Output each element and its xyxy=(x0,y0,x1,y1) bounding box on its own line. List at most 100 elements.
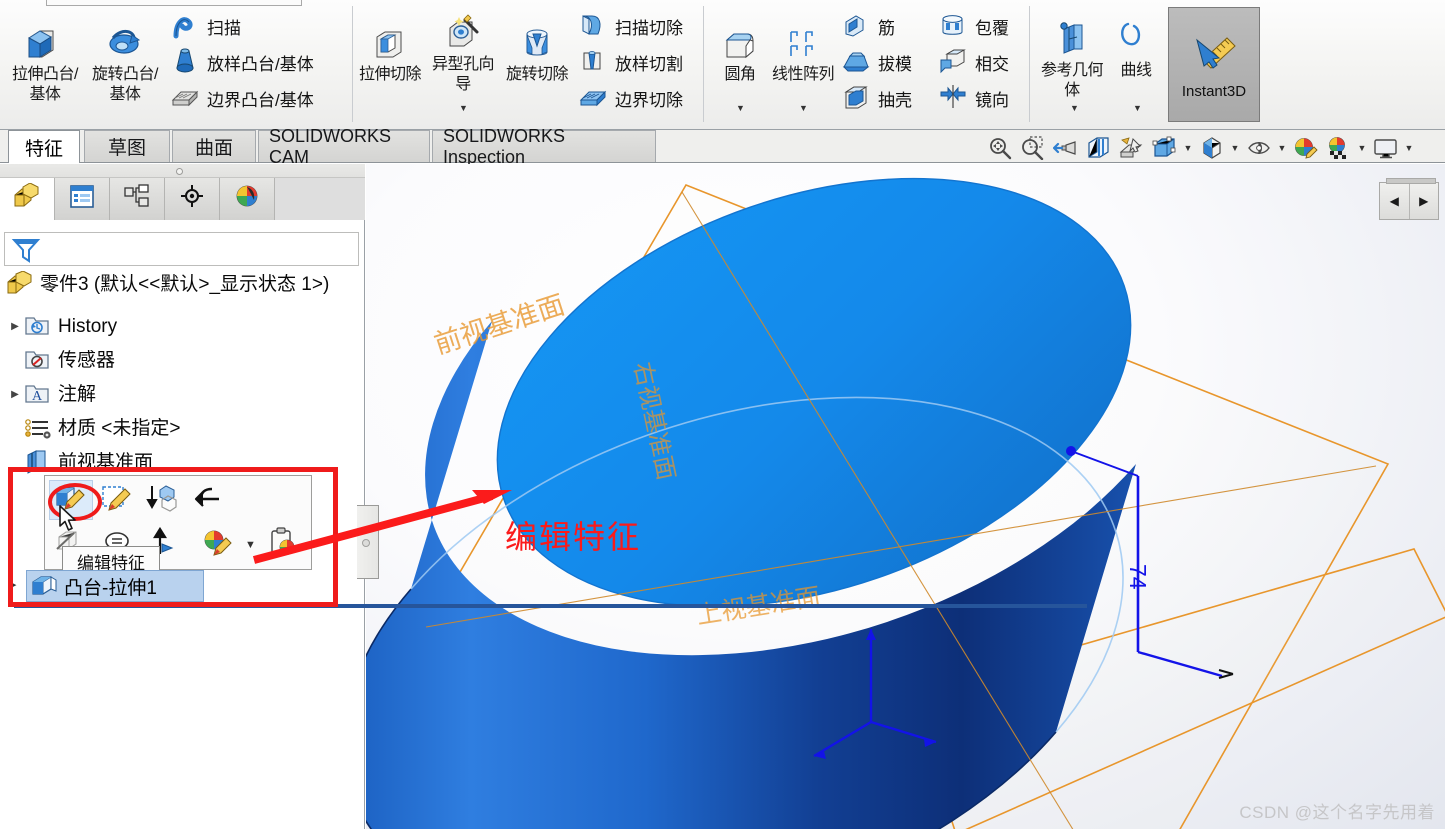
annotations-folder-icon: A xyxy=(24,381,52,407)
view-setting-cube-icon[interactable] xyxy=(1196,134,1227,162)
reference-geometry-label: 参考几何体 xyxy=(1040,62,1104,99)
swept-boss-label: 扫描 xyxy=(207,18,241,38)
view-settings-chevron-down-icon[interactable]: ▼ xyxy=(1403,143,1415,153)
apply-scene-icon[interactable] xyxy=(1323,134,1354,162)
tab-dimxpert-manager[interactable] xyxy=(165,178,220,220)
lofted-cut-label: 放样切割 xyxy=(615,54,683,74)
instant3d-button[interactable]: Instant3D xyxy=(1168,7,1260,122)
section-view-icon[interactable] xyxy=(1083,134,1114,162)
panel-pin-dot-icon[interactable] xyxy=(176,168,183,175)
panel-collapse-strip[interactable] xyxy=(0,164,365,178)
swept-cut-button[interactable]: 扫描切除 xyxy=(578,10,683,42)
boundary-cut-button[interactable]: 边界切除 xyxy=(578,82,683,114)
linear-pattern-button[interactable]: 线性阵列 xyxy=(772,24,835,85)
tab-display-manager[interactable] xyxy=(220,178,275,220)
view-orientation-icon[interactable] xyxy=(1116,134,1147,162)
reference-geometry-button[interactable]: 参考几何体 xyxy=(1036,20,1108,101)
revolved-boss-label: 旋转凸台/基体 xyxy=(92,66,158,103)
linear-pattern-chevron-down-icon[interactable]: ▼ xyxy=(799,104,808,113)
curves-label: 曲线 xyxy=(1120,62,1152,79)
panel-splitter-handle[interactable] xyxy=(357,505,379,579)
view-settings-screen-icon[interactable] xyxy=(1370,134,1401,162)
ribbon-separator xyxy=(1029,6,1030,122)
tab-property-manager[interactable] xyxy=(55,178,110,220)
wrap-button[interactable]: 包覆 xyxy=(938,10,1009,42)
tree-item-label: 注解 xyxy=(58,383,97,405)
display-style-chevron-down-icon[interactable]: ▼ xyxy=(1182,143,1194,153)
tree-item-sensors[interactable]: 传感器 xyxy=(24,344,115,376)
tab-surfaces[interactable]: 曲面 xyxy=(172,130,256,162)
ribbon-toolbar: 拉伸凸台/基体 旋转凸台/基体 扫描 放样凸台/基体 边界凸台/基体 拉伸切除 … xyxy=(0,0,1445,130)
revolved-cut-button[interactable]: 旋转切除 xyxy=(505,24,569,85)
extruded-cut-button[interactable]: 拉伸切除 xyxy=(358,24,422,85)
swept-boss-icon xyxy=(170,12,200,40)
fillet-button[interactable]: 圆角 xyxy=(710,24,770,85)
highlight-rectangle-annotation xyxy=(8,467,338,607)
tab-configuration-manager[interactable] xyxy=(110,178,165,220)
fillet-label: 圆角 xyxy=(724,66,756,83)
feature-manager-tab-strip xyxy=(0,178,365,220)
swept-boss-button[interactable]: 扫描 xyxy=(170,10,241,42)
heads-up-view-toolbar: ▼ ▼ ▼ ▼ ▼ xyxy=(984,133,1415,163)
reference-geometry-chevron-down-icon[interactable]: ▼ xyxy=(1070,104,1079,113)
boundary-boss-label: 边界凸台/基体 xyxy=(207,90,314,110)
intersect-label: 相交 xyxy=(975,54,1009,74)
fm-nav-prev-icon[interactable]: ◀ xyxy=(1380,183,1410,219)
view-setting-chevron-down-icon[interactable]: ▼ xyxy=(1229,143,1241,153)
hole-wizard-chevron-down-icon[interactable]: ▼ xyxy=(459,104,468,113)
lofted-boss-button[interactable]: 放样凸台/基体 xyxy=(170,46,314,78)
filter-funnel-icon xyxy=(11,236,41,269)
feature-tree-filter[interactable] xyxy=(4,232,359,266)
fillet-chevron-down-icon[interactable]: ▼ xyxy=(736,104,745,113)
swept-cut-label: 扫描切除 xyxy=(615,18,683,38)
extruded-boss-label: 拉伸凸台/基体 xyxy=(12,66,78,103)
intersect-button[interactable]: 相交 xyxy=(938,46,1009,78)
revolved-boss-button[interactable]: 旋转凸台/基体 xyxy=(88,24,162,105)
hole-wizard-button[interactable]: 异型孔向导 xyxy=(428,14,498,95)
tree-item-annotations[interactable]: ▶ A 注解 xyxy=(6,378,96,410)
fm-nav-next-icon[interactable]: ▶ xyxy=(1410,183,1439,219)
property-manager-icon xyxy=(68,184,96,214)
svg-text:A: A xyxy=(32,389,43,404)
boundary-boss-icon xyxy=(170,84,200,112)
lofted-cut-button[interactable]: 放样切割 xyxy=(578,46,683,78)
tab-feature-manager-tree[interactable] xyxy=(0,178,55,220)
curves-icon xyxy=(1108,20,1164,60)
hide-show-chevron-down-icon[interactable]: ▼ xyxy=(1276,143,1288,153)
history-folder-icon xyxy=(24,313,52,339)
rib-icon xyxy=(841,12,871,40)
lofted-cut-icon xyxy=(578,48,608,76)
draft-button[interactable]: 拔模 xyxy=(841,46,912,78)
graphics-viewport[interactable]: 前视基准面 上视基准面 右视基准面 74 CSDN @这个名字先用着 xyxy=(366,164,1445,829)
tab-sketch[interactable]: 草图 xyxy=(84,130,170,162)
lofted-boss-label: 放样凸台/基体 xyxy=(207,54,314,74)
tab-solidworks-inspection[interactable]: SOLIDWORKS Inspection xyxy=(432,126,656,167)
tree-item-history[interactable]: ▶ History xyxy=(6,310,117,342)
apply-scene-chevron-down-icon[interactable]: ▼ xyxy=(1356,143,1368,153)
tab-solidworks-cam[interactable]: SOLIDWORKS CAM xyxy=(258,126,430,167)
mirror-button[interactable]: 镜向 xyxy=(938,82,1009,114)
edit-appearance-icon[interactable] xyxy=(1290,134,1321,162)
expand-chevron-icon[interactable]: ▶ xyxy=(6,321,24,332)
boundary-cut-icon xyxy=(578,84,608,112)
display-style-icon[interactable] xyxy=(1149,134,1180,162)
previous-view-icon[interactable] xyxy=(1050,134,1081,162)
tab-features[interactable]: 特征 xyxy=(8,130,80,163)
zoom-to-area-icon[interactable] xyxy=(1017,134,1048,162)
revolved-boss-icon xyxy=(88,24,162,64)
mirror-label: 镜向 xyxy=(975,90,1009,110)
tree-item-material[interactable]: 材质 <未指定> xyxy=(24,412,180,444)
draft-icon xyxy=(841,48,871,76)
expand-chevron-icon[interactable]: ▶ xyxy=(6,389,24,400)
rib-button[interactable]: 筋 xyxy=(841,10,895,42)
zoom-to-fit-icon[interactable] xyxy=(984,134,1015,162)
configuration-manager-icon xyxy=(123,184,151,214)
hide-show-items-icon[interactable] xyxy=(1243,134,1274,162)
shell-button[interactable]: 抽壳 xyxy=(841,82,912,114)
tree-root-part[interactable]: 零件3 (默认<<默认>_显示状态 1>) xyxy=(6,268,329,300)
curves-button[interactable]: 曲线 xyxy=(1108,20,1164,81)
extruded-boss-button[interactable]: 拉伸凸台/基体 xyxy=(8,24,82,105)
wrap-icon xyxy=(938,12,968,40)
curves-chevron-down-icon[interactable]: ▼ xyxy=(1133,104,1142,113)
boundary-boss-button[interactable]: 边界凸台/基体 xyxy=(170,82,314,114)
